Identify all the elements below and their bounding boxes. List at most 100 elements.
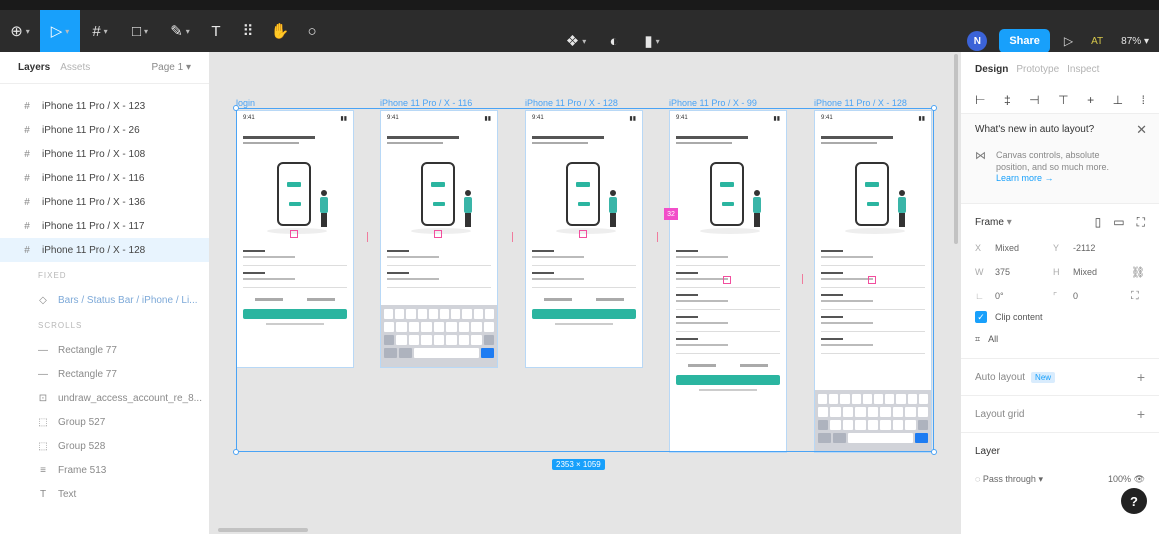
learn-more-link[interactable]: Learn more → <box>996 173 1116 183</box>
move-tool-button[interactable]: ▷ ▾ <box>40 10 80 52</box>
layer-item[interactable]: T Text <box>0 482 209 506</box>
measure-marker <box>579 230 587 238</box>
frame-label[interactable]: iPhone 11 Pro / X - 128 <box>814 98 907 108</box>
eye-icon[interactable]: 👁 <box>1134 474 1145 484</box>
illustration-block <box>867 202 879 206</box>
pen-tool-button[interactable]: ✎ ▾ <box>160 10 200 52</box>
constrain-proportions-icon[interactable]: ⛓ <box>1131 266 1145 279</box>
opacity-field[interactable]: 100% 👁 <box>1108 474 1145 485</box>
layer-item[interactable]: # iPhone 11 Pro / X - 108 <box>0 142 209 166</box>
resources-button[interactable]: ⠿ <box>232 10 264 52</box>
layer-item[interactable]: — Rectangle 77 <box>0 338 209 362</box>
horizontal-scrollbar[interactable] <box>218 528 308 532</box>
frame-preset-dropdown[interactable]: Frame ▾ <box>975 217 1012 228</box>
layout-grid-label: Layout grid <box>975 408 1025 420</box>
align-left-icon[interactable]: ⊢ <box>975 93 985 107</box>
x-field[interactable]: X Mixed <box>975 238 1053 258</box>
layer-item[interactable]: # iPhone 11 Pro / X - 128 <box>0 238 209 262</box>
share-button[interactable]: Share <box>999 29 1050 53</box>
layer-item[interactable]: # iPhone 11 Pro / X - 136 <box>0 190 209 214</box>
layer-item[interactable]: ⬚ Group 528 <box>0 434 209 458</box>
blend-mode-dropdown[interactable]: ◌ Pass through ▾ <box>975 474 1043 485</box>
distribute-icon[interactable]: ⁞ <box>1142 93 1145 107</box>
comment-tool-button[interactable]: ○ <box>296 10 328 52</box>
layer-item[interactable]: # iPhone 11 Pro / X - 26 <box>0 118 209 142</box>
phone-frame[interactable]: 9:41 ▮▮ <box>380 110 498 368</box>
layer-item[interactable]: ⬚ Group 527 <box>0 410 209 434</box>
tab-design[interactable]: Design <box>975 64 1008 75</box>
phone-frame[interactable]: 9:41 ▮▮ <box>525 110 643 368</box>
child-layer-list: — Rectangle 77 — Rectangle 77 ⊡ undraw_access… <box>0 338 209 506</box>
landscape-icon[interactable]: ▭ <box>1113 215 1124 230</box>
heading-placeholder <box>532 136 604 139</box>
rotation-field[interactable]: ∟ 0° <box>975 286 1053 306</box>
input-placeholder <box>676 256 780 266</box>
opacity-value: 100% <box>1108 473 1132 484</box>
auto-layout-icon: ⋈ <box>975 150 986 162</box>
main-menu-button[interactable]: ⊕ ▾ <box>0 10 40 52</box>
layer-item[interactable]: # iPhone 11 Pro / X - 123 <box>0 94 209 118</box>
tab-layers[interactable]: Layers <box>18 62 50 73</box>
tab-assets[interactable]: Assets <box>60 62 90 73</box>
help-button[interactable]: ? <box>1121 488 1147 514</box>
keyboard-row <box>818 394 929 404</box>
illustration-block <box>576 182 590 187</box>
radius-field[interactable]: ⌜ 0 <box>1053 286 1131 306</box>
layer-list: # iPhone 11 Pro / X - 123 # iPhone 11 Pro /… <box>0 94 209 262</box>
align-right-icon[interactable]: ⊣ <box>1029 93 1039 107</box>
tab-inspect[interactable]: Inspect <box>1067 64 1099 75</box>
shape-tool-button[interactable]: □ ▾ <box>120 10 160 52</box>
clip-content-row[interactable]: ✓ Clip content <box>975 306 1145 328</box>
align-top-icon[interactable]: ⊤ <box>1058 93 1068 107</box>
w-field[interactable]: W 375 <box>975 262 1053 282</box>
clip-content-checkbox[interactable]: ✓ <box>975 311 987 323</box>
illustration-block <box>722 202 734 206</box>
constraints-row[interactable]: ⌗ All <box>975 328 1145 350</box>
field-label-placeholder <box>243 250 265 252</box>
frame-label[interactable]: iPhone 11 Pro / X - 116 <box>380 98 472 108</box>
frame-tool-button[interactable]: # ▾ <box>80 10 120 52</box>
phone-frame[interactable]: 9:41 ▮▮ <box>236 110 354 368</box>
layer-header: Layer <box>975 441 1145 461</box>
layer-item[interactable]: ◇ Bars / Status Bar / iPhone / Li... <box>0 288 209 312</box>
resize-handle[interactable] <box>233 449 239 455</box>
layers-panel: Layers Assets Page 1 ▾ # iPhone 11 Pro / … <box>0 52 210 534</box>
zoom-dropdown[interactable]: 87% ▾ <box>1121 36 1149 47</box>
social-option <box>688 364 716 367</box>
spacing-indicator <box>802 274 803 284</box>
align-center-v-icon[interactable]: + <box>1087 93 1094 107</box>
field-label-placeholder <box>821 316 843 318</box>
input-text-placeholder <box>676 344 728 346</box>
hand-tool-button[interactable]: ✋ <box>264 10 296 52</box>
add-layout-grid-icon[interactable]: + <box>1137 406 1145 422</box>
layer-item[interactable]: — Rectangle 77 <box>0 362 209 386</box>
add-auto-layout-icon[interactable]: + <box>1137 369 1145 385</box>
vertical-scrollbar[interactable] <box>954 54 958 244</box>
text-tool-button[interactable]: T <box>200 10 232 52</box>
avatar[interactable]: N <box>967 31 988 51</box>
page-selector[interactable]: Page 1 ▾ <box>151 62 191 73</box>
frame-label[interactable]: login <box>236 98 255 108</box>
h-field[interactable]: H Mixed <box>1053 262 1131 282</box>
close-icon[interactable]: ✕ <box>1136 122 1147 138</box>
ai-label[interactable]: AT <box>1091 36 1103 47</box>
design-canvas[interactable]: login 9:41 ▮▮ iPhone 11 Pro / X - 116 9:41 ▮▮… <box>210 52 960 534</box>
present-icon[interactable]: ▷ <box>1064 34 1073 48</box>
layer-item[interactable]: ≡ Frame 513 <box>0 458 209 482</box>
tab-prototype[interactable]: Prototype <box>1016 64 1059 75</box>
layer-item[interactable]: ⊡ undraw_access_account_re_8... <box>0 386 209 410</box>
layer-item[interactable]: # iPhone 11 Pro / X - 116 <box>0 166 209 190</box>
frame-label[interactable]: iPhone 11 Pro / X - 128 <box>525 98 618 108</box>
x-label: X <box>975 243 982 253</box>
status-bar: 9:41 ▮▮ <box>670 111 786 122</box>
resize-to-fit-icon[interactable]: ⛶ <box>1137 215 1145 230</box>
portrait-icon[interactable]: ▯ <box>1095 215 1102 230</box>
measure-marker <box>290 230 298 238</box>
align-center-h-icon[interactable]: ‡ <box>1004 93 1011 107</box>
independent-corners-icon[interactable]: ⛶ <box>1131 290 1145 303</box>
key <box>481 348 494 358</box>
align-bottom-icon[interactable]: ⊥ <box>1113 93 1123 107</box>
frame-label[interactable]: iPhone 11 Pro / X - 99 <box>669 98 757 108</box>
layer-item[interactable]: # iPhone 11 Pro / X - 117 <box>0 214 209 238</box>
y-field[interactable]: Y -2112 <box>1053 238 1131 258</box>
